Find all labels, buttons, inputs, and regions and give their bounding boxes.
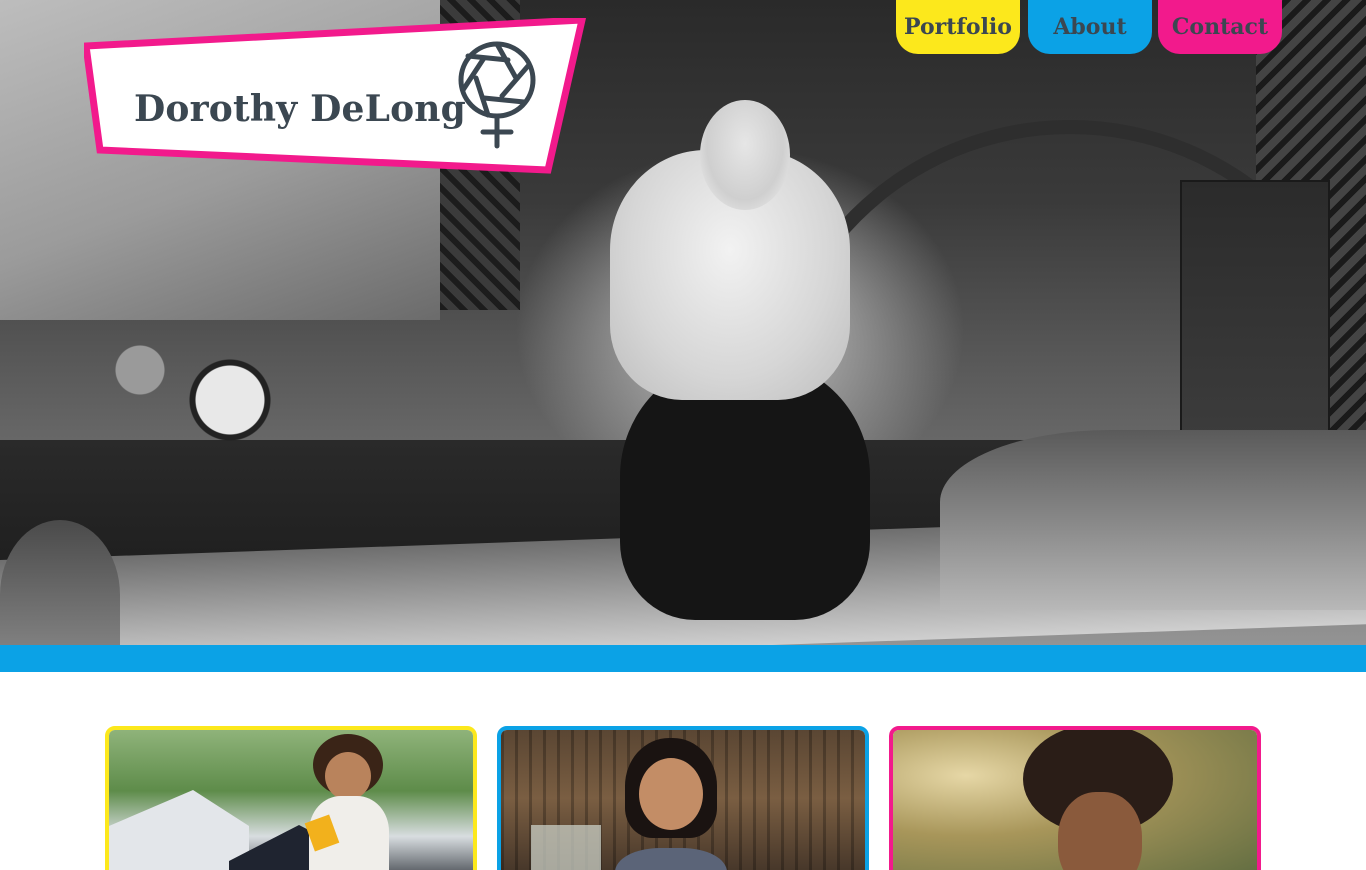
- photo-face: [1058, 792, 1142, 870]
- photo-face: [325, 752, 371, 800]
- gallery-card[interactable]: [889, 726, 1261, 870]
- hero-crowd: [940, 430, 1366, 610]
- gallery-photo: [893, 730, 1257, 870]
- hero-speaker-stack: [1180, 180, 1330, 440]
- gallery-photo: [109, 730, 473, 870]
- nav-portfolio[interactable]: Portfolio: [896, 0, 1020, 54]
- gallery-card[interactable]: [497, 726, 869, 870]
- nav-contact[interactable]: Contact: [1158, 0, 1282, 54]
- venus-aperture-icon: [458, 41, 536, 149]
- performer-head: [700, 100, 790, 210]
- photo-shirt: [615, 848, 727, 870]
- hero-performer: [600, 60, 880, 640]
- photo-woman: [1023, 730, 1173, 870]
- photo-tent: [109, 790, 249, 870]
- site-logo[interactable]: Dorothy DeLong: [84, 18, 586, 174]
- nav-about[interactable]: About: [1028, 0, 1152, 54]
- hero-accent-bar: [0, 645, 1366, 672]
- site-name: Dorothy DeLong: [134, 88, 467, 130]
- hero-drum-kit: [80, 330, 310, 450]
- gallery-card[interactable]: [105, 726, 477, 870]
- gallery-photo: [501, 730, 865, 870]
- photo-child: [611, 738, 731, 870]
- photo-face: [639, 758, 703, 830]
- photo-sign: [531, 825, 601, 870]
